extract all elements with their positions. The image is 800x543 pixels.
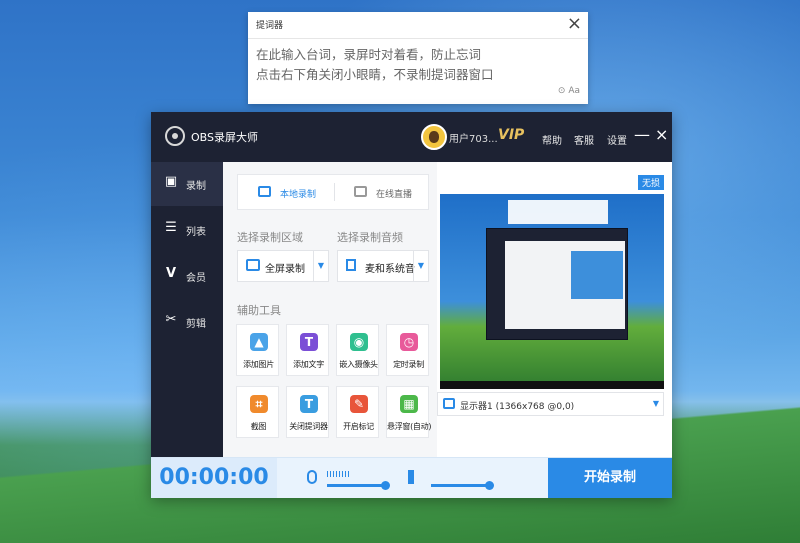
teleprompter-line-1: 在此输入台词，录屏时对着看，防止忘词 [256,47,482,62]
display-value: 显示器1 (1366x768 @0,0) [460,402,575,412]
tool-label: 定时录制 [393,360,424,369]
tab-local-record[interactable]: 本地录制 [258,175,338,209]
marker-icon: ✎ [350,395,368,413]
sidebar-item-label: 剪辑 [186,319,206,330]
prompter-icon: T [300,395,318,413]
vip-badge[interactable]: VIP [498,127,524,143]
preview-taskbar [440,381,664,389]
tool-close-prompter[interactable]: T 关闭提词器 [286,386,329,438]
service-link[interactable]: 客服 [574,132,594,147]
crop-icon: ⌗ [250,395,268,413]
title-bar: OBS录屏大师 用户703... VIP 帮助 客服 设置 — × [151,112,672,162]
sidebar-item-label: 列表 [186,227,206,238]
region-value: 全屏录制 [265,264,305,275]
tool-label: 开启标记 [343,422,374,431]
audio-select[interactable]: 麦和系统音 ▼ [337,250,429,282]
chevron-down-icon: ▼ [652,399,659,408]
sidebar-item-label: 录制 [186,181,206,192]
float-window-icon: ▦ [400,395,418,413]
display-select[interactable]: 显示器1 (1366x768 @0,0) ▼ [437,392,664,416]
mic-level-meter [327,471,351,477]
tool-add-image[interactable]: ▲ 添加图片 [236,324,279,376]
tool-label: 截图 [250,422,267,431]
tool-add-text[interactable]: T 添加文字 [286,324,329,376]
microphone-icon[interactable] [307,470,317,484]
divider [334,183,335,201]
tool-label: 添加图片 [243,360,274,369]
vip-icon: V [165,266,177,281]
sidebar-item-list[interactable]: ☰ 列表 [151,208,223,252]
screen-preview [440,194,664,389]
chevron-down-icon: ▼ [413,251,428,281]
sidebar: ▣ 录制 ☰ 列表 V 会员 ✂ 剪辑 [151,162,223,497]
tab-live-stream[interactable]: 在线直播 [354,175,424,209]
mic-volume-knob[interactable] [381,481,390,490]
teleprompter-title: 提词器 [256,21,284,31]
speaker-icon[interactable] [408,470,420,484]
help-link[interactable]: 帮助 [542,132,562,147]
mic-volume-slider[interactable] [327,481,390,490]
teleprompter-eye-font-controls[interactable]: ⊙ Aa [558,86,580,96]
scissors-icon: ✂ [165,312,177,327]
username[interactable]: 用户703... [449,130,498,145]
recording-timer: 00:00:00 [151,458,277,498]
speaker-volume-knob[interactable] [485,481,494,490]
camera-icon: ◉ [350,333,368,351]
obs-recorder-window: OBS录屏大师 用户703... VIP 帮助 客服 设置 — × ▣ 录制 ☰… [151,112,672,498]
sidebar-item-vip[interactable]: V 会员 [151,254,223,298]
tool-label: 悬浮窗(自动) [387,422,432,431]
list-icon: ☰ [165,220,177,235]
bottom-bar: 00:00:00 开始录制 [151,457,672,498]
tool-embed-camera[interactable]: ◉ 嵌入摄像头 [336,324,379,376]
user-avatar[interactable] [421,124,447,150]
chevron-down-icon: ▼ [313,251,328,281]
settings-panel: 本地录制 在线直播 选择录制区域 选择录制音频 全屏录制 ▼ 麦和系统音 ▼ 辅… [223,162,437,457]
teleprompter-header: 提词器 × [248,12,588,39]
speaker-icon [346,259,356,271]
tool-label: 添加文字 [293,360,324,369]
tool-label: 关闭提词器 [289,422,328,431]
app-logo-icon [165,126,185,146]
speaker-volume-slider[interactable] [431,481,494,490]
tool-scheduled-record[interactable]: ◷ 定时录制 [386,324,429,376]
sidebar-item-label: 会员 [186,273,206,284]
sidebar-item-record[interactable]: ▣ 录制 [151,162,223,206]
add-text-icon: T [300,333,318,351]
timer-icon: ◷ [400,333,418,351]
tool-float-window[interactable]: ▦ 悬浮窗(自动) [386,386,432,438]
tool-screenshot[interactable]: ⌗ 截图 [236,386,279,438]
teleprompter-window: 提词器 × 在此输入台词，录屏时对着看，防止忘词 点击右下角关闭小眼睛，不录制提… [248,12,588,104]
mode-switch: 本地录制 在线直播 [237,174,429,210]
minimize-button[interactable]: — [634,125,650,145]
tools-label: 辅助工具 [237,304,281,317]
audio-label: 选择录制音频 [337,231,403,244]
preview-panel: 无损 显示器1 (1366x768 @0,0) ▼ [437,162,672,457]
settings-link[interactable]: 设置 [607,132,627,147]
live-stream-icon [354,186,367,197]
app-title: OBS录屏大师 [191,131,258,144]
teleprompter-text[interactable]: 在此输入台词，录屏时对着看，防止忘词 点击右下角关闭小眼睛，不录制提词器窗口 [256,45,494,85]
audio-value: 麦和系统音 [365,264,415,275]
monitor-icon [246,259,260,271]
preview-app-thumbnail [486,228,628,340]
tab-label: 在线直播 [376,190,413,200]
record-icon: ▣ [164,174,178,189]
start-recording-button[interactable]: 开始录制 [548,458,672,498]
tool-enable-marker[interactable]: ✎ 开启标记 [336,386,379,438]
add-image-icon: ▲ [250,333,268,351]
close-button[interactable]: × [655,125,668,145]
monitor-icon [443,398,455,409]
preview-prompter-thumbnail [508,200,608,224]
teleprompter-line-2: 点击右下角关闭小眼睛，不录制提词器窗口 [256,67,494,82]
tool-label: 嵌入摄像头 [339,360,378,369]
tab-label: 本地录制 [280,190,317,200]
sidebar-item-edit[interactable]: ✂ 剪辑 [151,300,223,344]
region-label: 选择录制区域 [237,231,303,244]
lossless-badge[interactable]: 无损 [637,175,664,190]
local-record-icon [258,186,271,197]
region-select[interactable]: 全屏录制 ▼ [237,250,329,282]
teleprompter-close-button[interactable]: × [567,14,582,34]
